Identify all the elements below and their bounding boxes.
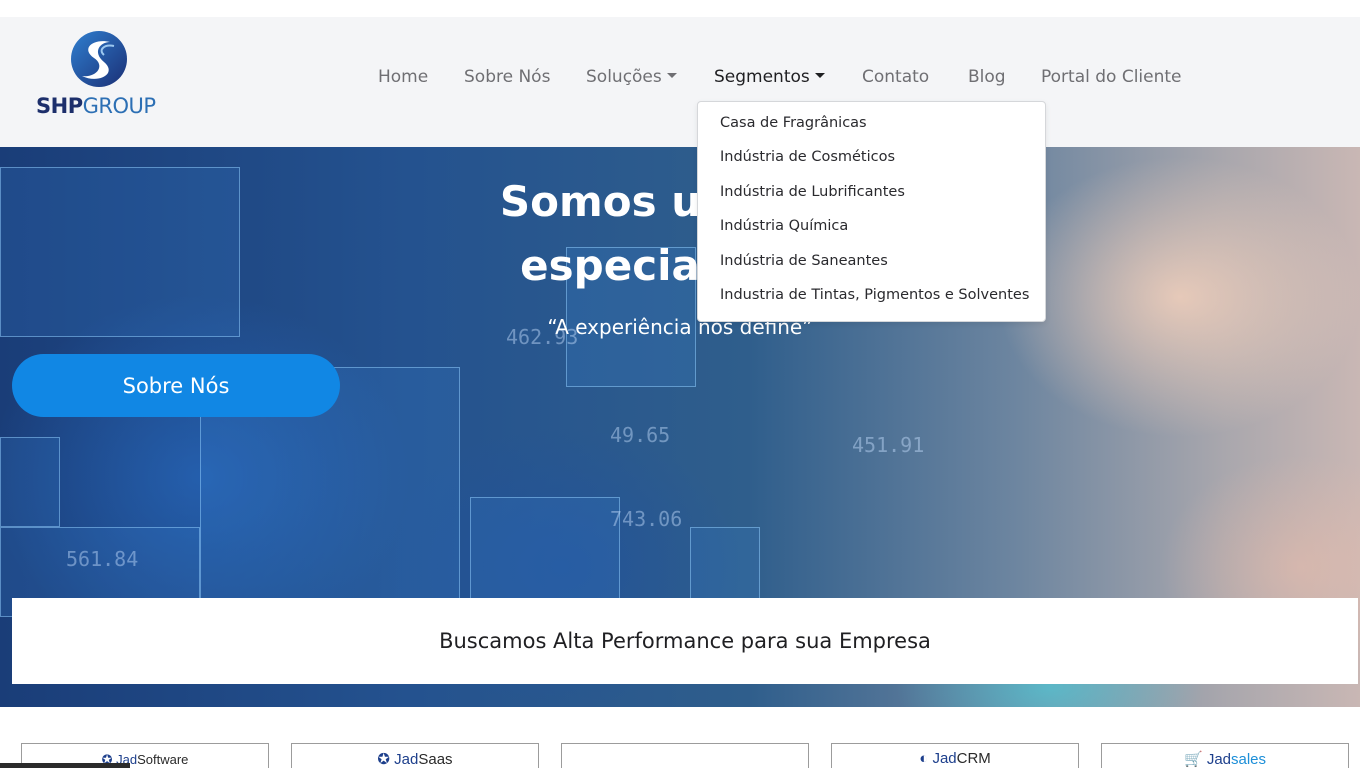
product-brand: Jad (1206, 751, 1231, 768)
product-card-jadsaas[interactable]: ✪ JadSaas (291, 743, 539, 768)
product-suffix: Software (137, 752, 189, 767)
product-card-jadcrm[interactable]: ◐ JadCRM (831, 743, 1079, 768)
product-brand: Jad (394, 751, 419, 768)
nav-solucoes[interactable]: Soluções (586, 67, 677, 87)
hero-bg-panel (690, 527, 760, 607)
product-cards: ✪ JadSoftware ✪ JadSaas ◐ JadCRM 🛒 Jadsa… (0, 707, 1360, 768)
top-strip (0, 0, 1360, 17)
product-card-blank[interactable] (561, 743, 809, 768)
hero-bg-number: 743.06 (610, 507, 683, 531)
dropdown-item-industria-cosmeticos[interactable]: Indústria de Cosméticos (720, 149, 895, 165)
cart-logo-icon: 🛒 (1183, 751, 1203, 768)
nav-portal-do-cliente[interactable]: Portal do Cliente (1041, 67, 1182, 87)
logo-brand-light: GROUP (82, 94, 156, 118)
jad-logo-icon: ✪ (377, 751, 390, 768)
browser-status-bar (0, 763, 130, 768)
dropdown-item-industria-tintas[interactable]: Industria de Tintas, Pigmentos e Solvent… (720, 287, 1029, 303)
hero-bg-panel (470, 497, 620, 607)
hero-bg-number: 451.91 (852, 433, 925, 457)
performance-banner: Buscamos Alta Performance para sua Empre… (12, 598, 1358, 684)
site-logo[interactable]: SHPGROUP (36, 30, 166, 122)
hero-title-line-1: Somos uma em (499, 177, 861, 226)
nav-segmentos-label: Segmentos (714, 67, 810, 87)
dropdown-item-industria-lubrificantes[interactable]: Indústria de Lubrificantes (720, 184, 905, 200)
product-suffix: sales (1231, 751, 1267, 768)
caret-down-icon (666, 72, 677, 78)
dropdown-item-industria-quimica[interactable]: Indústria Química (720, 218, 848, 234)
hero-quote: “A experiência nos define” (547, 315, 813, 339)
product-brand: Jad (932, 750, 957, 767)
nav-solucoes-label: Soluções (586, 67, 662, 87)
nav-sobre-nos[interactable]: Sobre Nós (464, 67, 550, 87)
product-suffix: Saas (418, 751, 453, 768)
nav-segmentos[interactable]: Segmentos (714, 67, 825, 87)
nav-contato[interactable]: Contato (862, 67, 929, 87)
nav-blog[interactable]: Blog (968, 67, 1006, 87)
logo-wordmark: SHPGROUP (36, 94, 166, 118)
shp-logo-mark-icon (71, 31, 127, 87)
nav-home[interactable]: Home (378, 67, 428, 87)
hero-title-line-2: especializada (520, 241, 840, 290)
site-header: SHPGROUP Home Sobre Nós Soluções Segment… (0, 17, 1360, 147)
dropdown-item-casa-de-fragrancias[interactable]: Casa de Fragrânicas (720, 115, 867, 131)
product-logo: 🛒 Jadsales (1102, 750, 1348, 768)
product-card-jadsales[interactable]: 🛒 Jadsales (1101, 743, 1349, 768)
product-suffix: CRM (956, 750, 991, 767)
dropdown-item-industria-saneantes[interactable]: Indústria de Saneantes (720, 253, 888, 269)
hero-bg-panel (0, 437, 60, 527)
sobre-nos-cta-button[interactable]: Sobre Nós (12, 354, 340, 417)
segmentos-dropdown-menu: Casa de Fragrânicas Indústria de Cosméti… (697, 101, 1046, 322)
product-logo: ✪ JadSaas (292, 750, 538, 768)
logo-brand-bold: SHP (36, 94, 83, 118)
product-logo: ◐ JadCRM (832, 750, 1078, 767)
hero-bg-number: 561.84 (66, 547, 139, 571)
caret-down-icon (814, 72, 825, 78)
banner-text: Buscamos Alta Performance para sua Empre… (439, 629, 931, 653)
jad-logo-icon: ◐ (919, 750, 929, 767)
hero-bg-number: 49.65 (610, 423, 671, 447)
